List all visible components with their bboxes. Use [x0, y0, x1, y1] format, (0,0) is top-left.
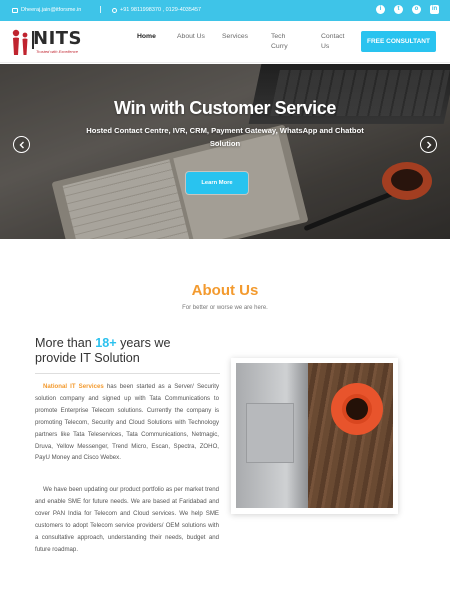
about-subtitle: For better or worse we are here. [182, 305, 268, 311]
nav-contact[interactable]: Contact Us [321, 32, 351, 52]
learn-more-button[interactable]: Learn More [186, 172, 248, 194]
heading-pre: More than [35, 336, 96, 350]
about-title: About Us [191, 282, 259, 299]
photo-coffee [346, 398, 368, 420]
email-text[interactable]: Dheeraj.jain@itforsme.in [21, 7, 81, 13]
hero-subtitle: Hosted Contact Centre, IVR, CRM, Payment… [86, 126, 364, 148]
heading-highlight: 18+ [95, 336, 117, 350]
twitter-icon[interactable]: t [394, 5, 403, 14]
envelope-icon [12, 7, 18, 13]
info-icon[interactable]: i [376, 5, 385, 14]
chevron-left-icon [19, 141, 24, 149]
free-consultant-button[interactable]: FREE CONSULTANT [361, 31, 436, 52]
instagram-icon[interactable]: o [412, 5, 421, 14]
logo-mark-icon [12, 29, 28, 55]
slider-next-button[interactable] [420, 136, 437, 153]
phone-text[interactable]: +91 9811998370 , 0129-4035457 [120, 7, 201, 13]
about-image-frame [231, 358, 398, 514]
nav-tech-curry[interactable]: Tech Curry [271, 32, 299, 52]
divider [100, 6, 101, 13]
company-name: National IT Services [43, 383, 104, 390]
top-contact-bar: Dheeraj.jain@itforsme.in +91 9811998370 … [0, 0, 450, 21]
chevron-right-icon [427, 141, 432, 149]
photo-trackpad [246, 403, 294, 463]
site-header: NITS Trusted with Excellence Home About … [0, 21, 450, 63]
about-paragraph-2: We have been updating our product portfo… [35, 486, 219, 553]
logo-text: NITS [33, 28, 83, 49]
hero-slider: Win with Customer Service Hosted Contact… [0, 64, 450, 239]
nav-about[interactable]: About Us [177, 32, 207, 42]
about-heading: More than 18+ years we provide IT Soluti… [35, 336, 205, 366]
laptop-coffee-photo [236, 363, 393, 508]
linkedin-icon[interactable]: in [430, 5, 439, 14]
phone-contact[interactable]: +91 9811998370 , 0129-4035457 [112, 7, 201, 13]
slider-prev-button[interactable] [13, 136, 30, 153]
hero-title: Win with Customer Service [114, 98, 336, 118]
nav-home[interactable]: Home [137, 32, 156, 42]
email-contact[interactable]: Dheeraj.jain@itforsme.in [12, 7, 81, 13]
about-paragraph-1: National IT Services has been started as… [35, 381, 219, 464]
social-links: i t o in [376, 5, 439, 14]
paragraph-1-text: has been started as a Server/ Security s… [35, 383, 219, 462]
hero-overlay [0, 64, 450, 239]
heading-underline [35, 373, 220, 374]
phone-icon [112, 7, 117, 13]
site-logo[interactable]: NITS Trusted with Excellence [11, 28, 87, 58]
logo-tagline: Trusted with Excellence [36, 49, 78, 54]
nav-services[interactable]: Services [222, 32, 248, 42]
